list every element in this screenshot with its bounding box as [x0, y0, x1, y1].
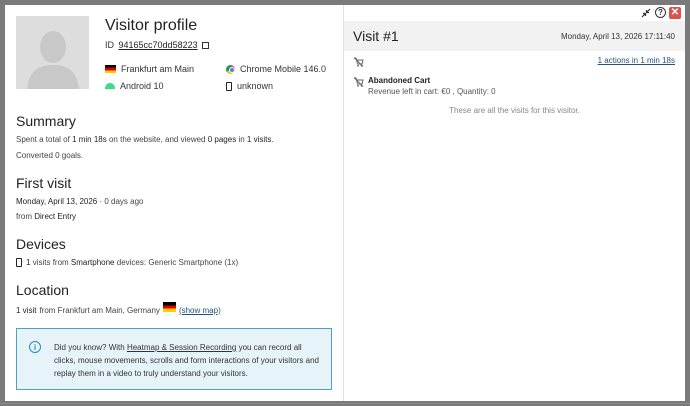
germany-flag-icon: [162, 302, 176, 312]
summary-text: Spent a total of: [16, 135, 70, 144]
summary-heading: Summary: [16, 113, 76, 129]
visit-panel: Visit #1 Monday, April 13, 2026 17:11:40…: [344, 5, 685, 401]
devices-heading: Devices: [16, 236, 66, 252]
summary-line-1: Spent a total of 1 min 18s on the websit…: [16, 135, 274, 144]
meta-os-text: Android 10: [120, 81, 164, 91]
meta-location-text: Frankfurt am Main: [121, 64, 195, 74]
visitor-profile-modal: ? ✕ Visitor profile ID 94165cc70dd58223 …: [5, 5, 685, 401]
summary-text: .: [271, 135, 274, 144]
devices-line: 1 visits from Smartphone devices: Generi…: [16, 258, 238, 267]
meta-browser: Chrome Mobile 146.0: [226, 64, 326, 74]
summary-pages: 0 pages: [207, 135, 237, 144]
heatmap-info-box: i Did you know? With Heatmap & Session R…: [16, 328, 332, 390]
backdrop-divider: [0, 403, 690, 404]
cart-off-icon: [353, 57, 364, 69]
devices-text: devices: Generic Smartphone (1x): [116, 258, 239, 267]
help-icon[interactable]: ?: [655, 7, 666, 18]
visit-title: Visit #1: [353, 28, 399, 44]
meta-browser-text: Chrome Mobile 146.0: [240, 64, 327, 74]
summary-text: on the website, and viewed: [108, 135, 206, 144]
first-visit-date-value: Monday, April 13, 2026: [16, 197, 98, 206]
smartphone-icon: [226, 81, 232, 91]
location-heading: Location: [16, 282, 69, 298]
close-button[interactable]: ✕: [669, 7, 681, 19]
abandoned-cart-title: Abandoned Cart: [368, 76, 431, 85]
window-controls: ? ✕: [640, 7, 681, 19]
germany-flag-icon: [105, 65, 116, 73]
info-text: Did you know? With Heatmap & Session Rec…: [54, 341, 324, 380]
summary-goals: Converted 0 goals.: [16, 151, 84, 160]
cart-off-icon: [353, 77, 364, 89]
info-icon: i: [29, 341, 41, 353]
first-visit-source-value: Direct Entry: [34, 212, 77, 221]
location-line: 1 visit from Frankfurt am Main, Germany …: [16, 302, 221, 315]
minimize-icon[interactable]: [640, 7, 652, 19]
meta-location: Frankfurt am Main: [105, 64, 194, 74]
avatar-silhouette-icon: [26, 31, 79, 89]
chrome-icon: [226, 64, 235, 74]
abandoned-cart-detail: Revenue left in cart: €0 , Quantity: 0: [368, 87, 496, 96]
meta-device-text: unknown: [237, 81, 274, 91]
meta-device: unknown: [226, 81, 273, 91]
show-map-link[interactable]: (show map): [179, 306, 221, 315]
profile-panel: Visitor profile ID 94165cc70dd58223 Fran…: [5, 5, 343, 401]
first-visit-from: from: [16, 212, 32, 221]
visitor-id-label: ID: [105, 40, 114, 50]
visitor-id: ID 94165cc70dd58223: [105, 40, 210, 50]
all-visits-note: These are all the visits for this visito…: [449, 106, 580, 115]
info-text-a: Did you know? With: [54, 343, 125, 352]
first-visit-heading: First visit: [16, 175, 72, 191]
meta-os: Android 10: [105, 81, 164, 91]
devices-text: visits from: [32, 258, 69, 267]
first-visit-date: Monday, April 13, 2026 · 0 days ago: [16, 197, 144, 206]
external-link-icon[interactable]: [202, 42, 210, 49]
visit-header: Visit #1 Monday, April 13, 2026 17:11:40: [344, 21, 685, 51]
devices-count: 1: [26, 258, 31, 267]
location-text: from Frankfurt am Main, Germany: [39, 305, 160, 315]
visit-date: Monday, April 13, 2026 17:11:40: [560, 32, 675, 41]
heatmap-link[interactable]: Heatmap & Session Recording: [127, 343, 236, 352]
page-title: Visitor profile: [105, 17, 198, 34]
first-visit-ago: · 0 days ago: [97, 197, 144, 206]
actions-summary-link[interactable]: 1 actions in 1 min 18s: [598, 56, 675, 65]
summary-time: 1 min 18s: [72, 135, 107, 144]
devices-type: Smartphone: [70, 258, 115, 267]
android-icon: [105, 83, 115, 89]
visitor-id-link[interactable]: 94165cc70dd58223: [119, 40, 198, 50]
location-visits: 1 visit: [16, 305, 37, 315]
summary-text: in: [238, 135, 245, 144]
avatar: [16, 16, 89, 89]
smartphone-icon: [16, 258, 22, 267]
first-visit-source: from Direct Entry: [16, 212, 76, 221]
summary-visits: 1 visits: [246, 135, 272, 144]
